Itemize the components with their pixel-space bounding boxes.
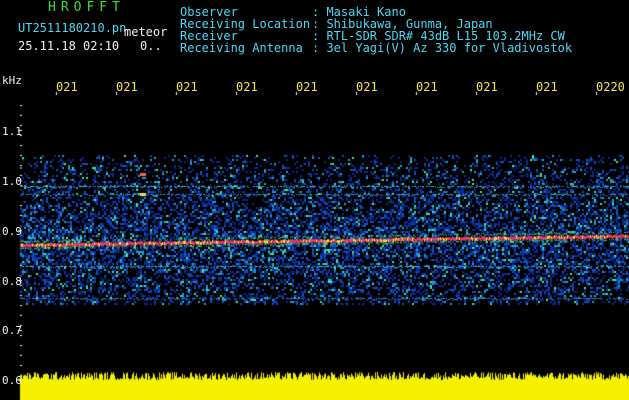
freq-tick: 0.8: [2, 275, 22, 288]
time-tick: 0220: [596, 80, 625, 94]
count-label: 0..: [140, 39, 162, 53]
time-tick: 021: [296, 80, 318, 94]
freq-tick: 1.1: [2, 125, 22, 138]
app-title: HROFFT: [48, 0, 125, 15]
time-tick: 021: [476, 80, 498, 94]
spectrogram-canvas: [0, 0, 629, 400]
freq-unit-label: kHz: [2, 74, 22, 87]
time-tick: 021: [56, 80, 78, 94]
time-tick: 021: [536, 80, 558, 94]
freq-tick: 0.6: [2, 374, 22, 387]
time-tick: 021: [236, 80, 258, 94]
time-tick: 021: [416, 80, 438, 94]
freq-tick: 0.7: [2, 324, 22, 337]
file-name: UT2511180210.pn: [18, 21, 127, 35]
antenna-label: Receiving Antenna: [180, 41, 303, 55]
time-tick: 021: [116, 80, 138, 94]
antenna-value: : 3el Yagi(V) Az 330 for Vladivostok: [312, 41, 573, 55]
freq-tick: 1.0: [2, 175, 22, 188]
timestamp: 25.11.18 02:10: [18, 39, 120, 53]
freq-tick: 0.9: [2, 225, 22, 238]
file-tag: meteor: [124, 25, 168, 39]
time-tick: 021: [356, 80, 378, 94]
time-tick: 021: [176, 80, 198, 94]
